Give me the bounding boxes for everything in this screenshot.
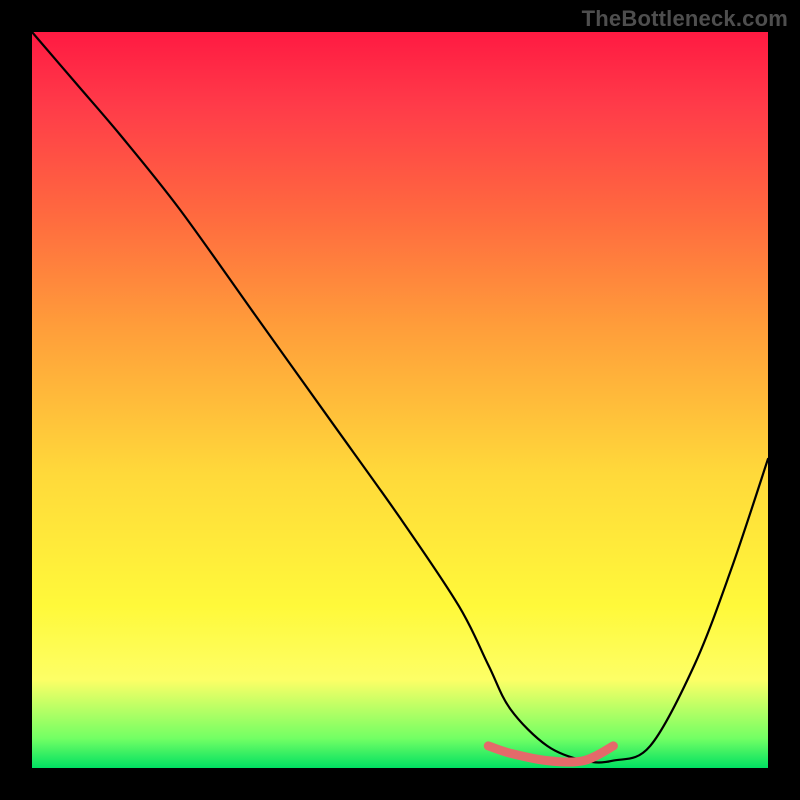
attribution-text: TheBottleneck.com — [582, 6, 788, 32]
curve-layer — [32, 32, 768, 768]
chart-frame: TheBottleneck.com — [0, 0, 800, 800]
bottleneck-curve — [32, 32, 768, 762]
plot-area — [32, 32, 768, 768]
